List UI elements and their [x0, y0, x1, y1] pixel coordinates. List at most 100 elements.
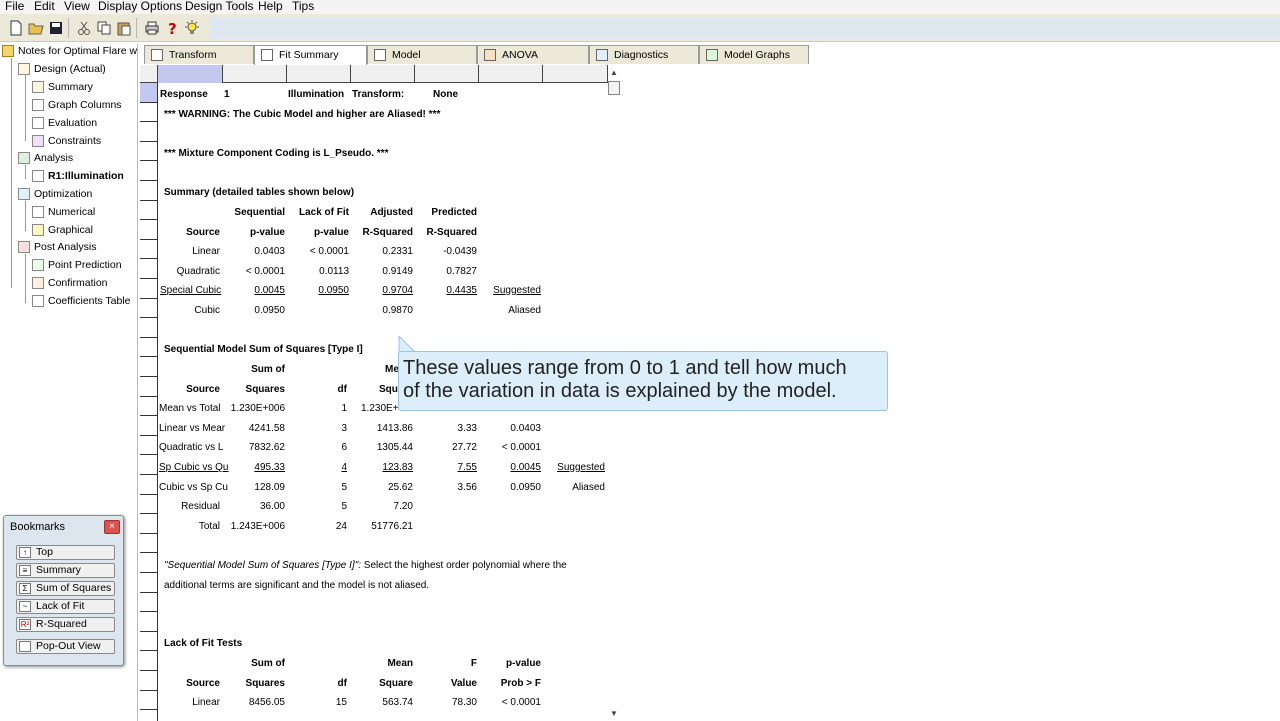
row-header-cell[interactable]: [140, 475, 158, 495]
seq-row-source: Quadratic vs L: [159, 442, 224, 453]
row-header-cell[interactable]: [140, 573, 158, 593]
summary-row-source: Quadratic: [176, 266, 220, 277]
paste-icon[interactable]: [116, 20, 132, 36]
menu-help[interactable]: Help: [258, 0, 283, 13]
summary-row-source: Linear: [192, 246, 220, 257]
bookmark-r-squared[interactable]: R² R-Squared: [16, 617, 115, 632]
row-header-cell[interactable]: [140, 200, 158, 221]
row-header-cell[interactable]: [140, 102, 158, 123]
row-header-cell[interactable]: [140, 298, 158, 319]
tab-transform[interactable]: Transform: [144, 45, 254, 64]
column-header[interactable]: [543, 65, 608, 83]
scroll-down-icon[interactable]: ▼: [610, 709, 618, 718]
response-label: Response: [160, 89, 208, 100]
row-header-cell[interactable]: [140, 279, 158, 299]
tab-model-graphs[interactable]: Model Graphs: [699, 45, 809, 64]
summary-row-source: Cubic: [194, 305, 220, 316]
row-header-cell[interactable]: [140, 318, 158, 338]
row-header-cell[interactable]: [140, 671, 158, 691]
seq-row-source: Residual: [181, 501, 220, 512]
row-header-cell[interactable]: [140, 651, 158, 671]
pop-out-view-button[interactable]: Pop-Out View: [16, 639, 115, 654]
scroll-up-icon[interactable]: ▲: [610, 68, 618, 77]
confirmation-icon: [32, 277, 44, 289]
tip-bulb-icon[interactable]: [184, 20, 200, 36]
menu-design-tools[interactable]: Design Tools: [185, 0, 253, 13]
help-icon[interactable]: ?: [164, 20, 180, 36]
column-header[interactable]: [158, 65, 223, 83]
menu-file[interactable]: File: [5, 0, 24, 13]
design-icon: [18, 63, 30, 75]
row-header-cell[interactable]: [140, 220, 158, 240]
diagnostics-icon: [596, 49, 608, 61]
bookmark-lack-of-fit[interactable]: ~ Lack of Fit: [16, 599, 115, 614]
menu-tips[interactable]: Tips: [292, 0, 314, 13]
sigma-icon: Σ: [19, 583, 31, 594]
row-header-cell[interactable]: [140, 357, 158, 377]
row-header-cell[interactable]: [140, 612, 158, 632]
open-icon[interactable]: [28, 20, 44, 36]
row-header-cell[interactable]: [140, 631, 158, 652]
bookmark-summary[interactable]: ≡ Summary: [16, 563, 115, 578]
row-header-cell[interactable]: [140, 710, 158, 721]
bookmark-sum-of-squares[interactable]: Σ Sum of Squares: [16, 581, 115, 596]
bookmarks-title: Bookmarks: [10, 521, 66, 533]
pop-out-icon: [19, 641, 31, 652]
transform-value: None: [433, 89, 458, 100]
arrow-up-icon: ↑: [19, 547, 31, 558]
copy-icon[interactable]: [96, 20, 112, 36]
graph-columns-icon: [32, 99, 44, 111]
seq-row-source: Linear vs Mear: [159, 423, 226, 434]
model-icon: [374, 49, 386, 61]
sequential-ss-note-line2: additional terms are significant and the…: [164, 580, 430, 591]
save-icon[interactable]: [48, 20, 64, 36]
bookmark-top[interactable]: ↑ Top: [16, 545, 115, 560]
close-icon[interactable]: ×: [104, 520, 120, 534]
row-header-cell[interactable]: [140, 377, 158, 397]
tab-model[interactable]: Model: [367, 45, 477, 64]
row-header-cell[interactable]: [140, 455, 158, 475]
column-header-row: [140, 65, 608, 83]
numerical-icon: [32, 206, 44, 218]
print-icon[interactable]: [144, 20, 160, 36]
row-header-cell[interactable]: [140, 122, 158, 142]
constraints-icon: [32, 135, 44, 147]
row-header-cell[interactable]: [140, 553, 158, 573]
row-header-cell[interactable]: [140, 83, 158, 103]
sequential-ss-note: "Sequential Model Sum of Squares [Type I…: [164, 560, 567, 571]
aliased-badge: Aliased: [508, 305, 541, 316]
menu-display-options[interactable]: Display Options: [98, 0, 182, 13]
column-header[interactable]: [223, 65, 287, 83]
cut-icon[interactable]: [76, 20, 92, 36]
point-prediction-icon: [32, 259, 44, 271]
row-header-cell[interactable]: [140, 396, 158, 417]
curve-icon: ~: [19, 601, 31, 612]
column-header[interactable]: [479, 65, 543, 83]
tab-anova[interactable]: ANOVA: [477, 45, 589, 64]
new-icon[interactable]: [8, 20, 24, 36]
row-header-cell[interactable]: [140, 494, 158, 515]
menu-bar: File Edit View Display Options Design To…: [0, 0, 1280, 14]
column-header[interactable]: [287, 65, 351, 83]
row-header-cell[interactable]: [140, 592, 158, 613]
column-header[interactable]: [415, 65, 479, 83]
row-header-cell[interactable]: [140, 533, 158, 554]
folder-icon: [2, 45, 14, 57]
scroll-thumb[interactable]: [608, 81, 620, 95]
evaluation-icon: [32, 117, 44, 129]
row-header-cell[interactable]: [140, 435, 158, 456]
column-header[interactable]: [351, 65, 415, 83]
tab-fit-summary[interactable]: Fit Summary: [254, 45, 367, 65]
menu-view[interactable]: View: [64, 0, 90, 13]
row-header-cell[interactable]: [140, 514, 158, 534]
row-header-cell[interactable]: [140, 337, 158, 358]
row-header-cell[interactable]: [140, 239, 158, 260]
tab-diagnostics[interactable]: Diagnostics: [589, 45, 699, 64]
row-header-cell[interactable]: [140, 141, 158, 162]
row-header-cell[interactable]: [140, 161, 158, 181]
row-header-cell[interactable]: [140, 259, 158, 279]
menu-edit[interactable]: Edit: [34, 0, 55, 13]
row-header-cell[interactable]: [140, 416, 158, 436]
row-header-cell[interactable]: [140, 181, 158, 201]
row-header-cell[interactable]: [140, 690, 158, 711]
